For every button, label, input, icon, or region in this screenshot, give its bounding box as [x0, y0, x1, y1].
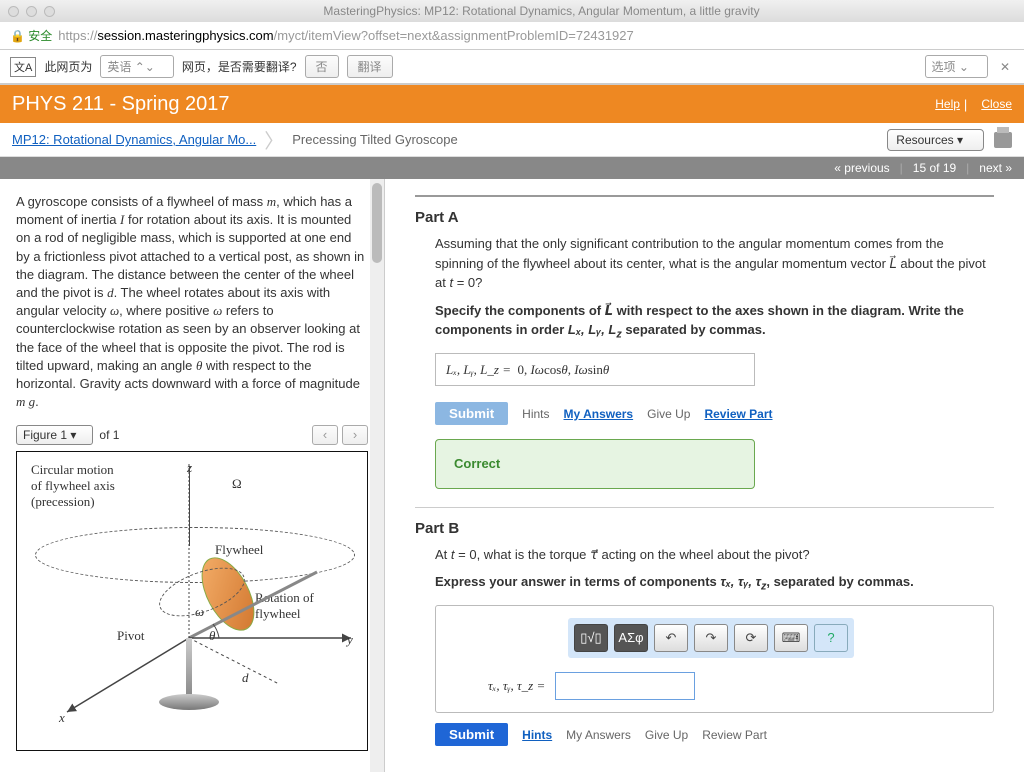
- part-a-title: Part A: [415, 209, 994, 226]
- figure-label-y: y: [347, 632, 353, 648]
- part-a-q2: Specify the components of L⃗ with respec…: [435, 301, 994, 343]
- part-a-correct: Correct: [435, 439, 755, 489]
- figure-of: of 1: [99, 428, 119, 442]
- left-pane: A gyroscope consists of a flywheel of ma…: [0, 179, 385, 772]
- window-title: MasteringPhysics: MP12: Rotational Dynam…: [67, 4, 1016, 18]
- figure-next-button[interactable]: ›: [342, 425, 368, 445]
- part-a-submit-button[interactable]: Submit: [435, 402, 508, 425]
- resources-select[interactable]: Resources ▾: [887, 129, 984, 151]
- prev-link[interactable]: « previous: [834, 161, 889, 175]
- redo-button[interactable]: ↷: [694, 624, 728, 652]
- translate-options-select[interactable]: 选项 ⌄: [925, 55, 988, 78]
- figure-label-theta: θ: [209, 628, 215, 644]
- part-b-myanswers[interactable]: My Answers: [566, 726, 631, 744]
- right-pane: Part A Assuming that the only significan…: [385, 179, 1024, 772]
- help-link[interactable]: Help: [935, 97, 960, 111]
- part-a-myanswers[interactable]: My Answers: [564, 405, 634, 423]
- help-button[interactable]: ?: [814, 624, 848, 652]
- traffic-lights: [8, 6, 55, 17]
- course-header: PHYS 211 - Spring 2017 Help | Close: [0, 85, 1024, 123]
- item-nav-bar: « previous | 15 of 19 | next »: [0, 157, 1024, 179]
- part-a-hints[interactable]: Hints: [522, 405, 549, 423]
- chevron-right-icon: 〉: [264, 125, 284, 154]
- reset-button[interactable]: ⟳: [734, 624, 768, 652]
- part-a-giveup[interactable]: Give Up: [647, 405, 690, 423]
- figure-bar: Figure 1 ▾ of 1 ‹ ›: [16, 425, 368, 445]
- part-b-answer-input[interactable]: [555, 672, 695, 700]
- figure-prev-button[interactable]: ‹: [312, 425, 338, 445]
- url-text[interactable]: https://session.masteringphysics.com/myc…: [58, 28, 1014, 43]
- translate-icon: 文A: [10, 57, 36, 77]
- close-dot[interactable]: [8, 6, 19, 17]
- greek-button[interactable]: ΑΣφ: [614, 624, 648, 652]
- equation-toolbar: ▯√▯ ΑΣφ ↶ ↷ ⟳ ⌨ ?: [568, 618, 854, 658]
- figure-1: Circular motion of flywheel axis (preces…: [16, 451, 368, 751]
- part-a-answer: Lₓ, Lᵧ, L_z = 0, Iωcosθ, Iωsinθ: [435, 353, 755, 387]
- keyboard-button[interactable]: ⌨: [774, 624, 808, 652]
- stand-post: [186, 638, 192, 698]
- part-b-hints[interactable]: Hints: [522, 726, 552, 744]
- part-b-review[interactable]: Review Part: [702, 726, 767, 744]
- part-b-input-panel: ▯√▯ ΑΣφ ↶ ↷ ⟳ ⌨ ? τₓ, τᵧ, τ_z =: [435, 605, 994, 713]
- zoom-dot[interactable]: [44, 6, 55, 17]
- next-link[interactable]: next »: [979, 161, 1012, 175]
- fraction-button[interactable]: ▯√▯: [574, 624, 608, 652]
- figure-label-x: x: [59, 710, 65, 726]
- translate-prefix: 此网页为: [44, 58, 92, 75]
- figure-label-d: d: [242, 670, 249, 686]
- scroll-thumb[interactable]: [372, 183, 382, 263]
- close-link[interactable]: Close: [981, 97, 1012, 111]
- figure-select[interactable]: Figure 1 ▾: [16, 425, 93, 445]
- translate-close-button[interactable]: ✕: [996, 58, 1014, 76]
- part-b-q2: Express your answer in terms of componen…: [435, 572, 994, 595]
- lock-icon: 🔒 安全: [10, 27, 52, 44]
- breadcrumb-current: Precessing Tilted Gyroscope: [292, 132, 457, 147]
- breadcrumb-bar: MP12: Rotational Dynamics, Angular Mo...…: [0, 123, 1024, 157]
- problem-text: A gyroscope consists of a flywheel of ma…: [16, 193, 368, 411]
- window-titlebar: MasteringPhysics: MP12: Rotational Dynam…: [0, 0, 1024, 22]
- url-bar[interactable]: 🔒 安全 https://session.masteringphysics.co…: [0, 22, 1024, 50]
- translate-lang-select[interactable]: 英语 ⌃⌄: [100, 55, 173, 78]
- minimize-dot[interactable]: [26, 6, 37, 17]
- translate-no-button[interactable]: 否: [305, 55, 339, 78]
- translate-bar: 文A 此网页为 英语 ⌃⌄ 网页，是否需要翻译? 否 翻译 选项 ⌄ ✕: [0, 50, 1024, 84]
- translate-question: 网页，是否需要翻译?: [182, 58, 297, 75]
- translate-yes-button[interactable]: 翻译: [347, 55, 393, 78]
- part-b-submit-button[interactable]: Submit: [435, 723, 508, 746]
- nav-position: 15 of 19: [913, 161, 956, 175]
- undo-button[interactable]: ↶: [654, 624, 688, 652]
- part-b-giveup[interactable]: Give Up: [645, 726, 688, 744]
- part-a-review[interactable]: Review Part: [704, 405, 772, 423]
- course-title: PHYS 211 - Spring 2017: [12, 93, 925, 116]
- left-scrollbar[interactable]: [370, 179, 384, 772]
- part-a-q1: Assuming that the only significant contr…: [435, 234, 994, 293]
- part-b-q1: At t = 0, what is the torque τ⃗ acting o…: [435, 545, 994, 565]
- part-b-lhs: τₓ, τᵧ, τ_z =: [488, 676, 545, 696]
- breadcrumb-parent[interactable]: MP12: Rotational Dynamics, Angular Mo...: [12, 132, 256, 147]
- print-icon[interactable]: [994, 132, 1012, 148]
- part-b-title: Part B: [415, 520, 994, 537]
